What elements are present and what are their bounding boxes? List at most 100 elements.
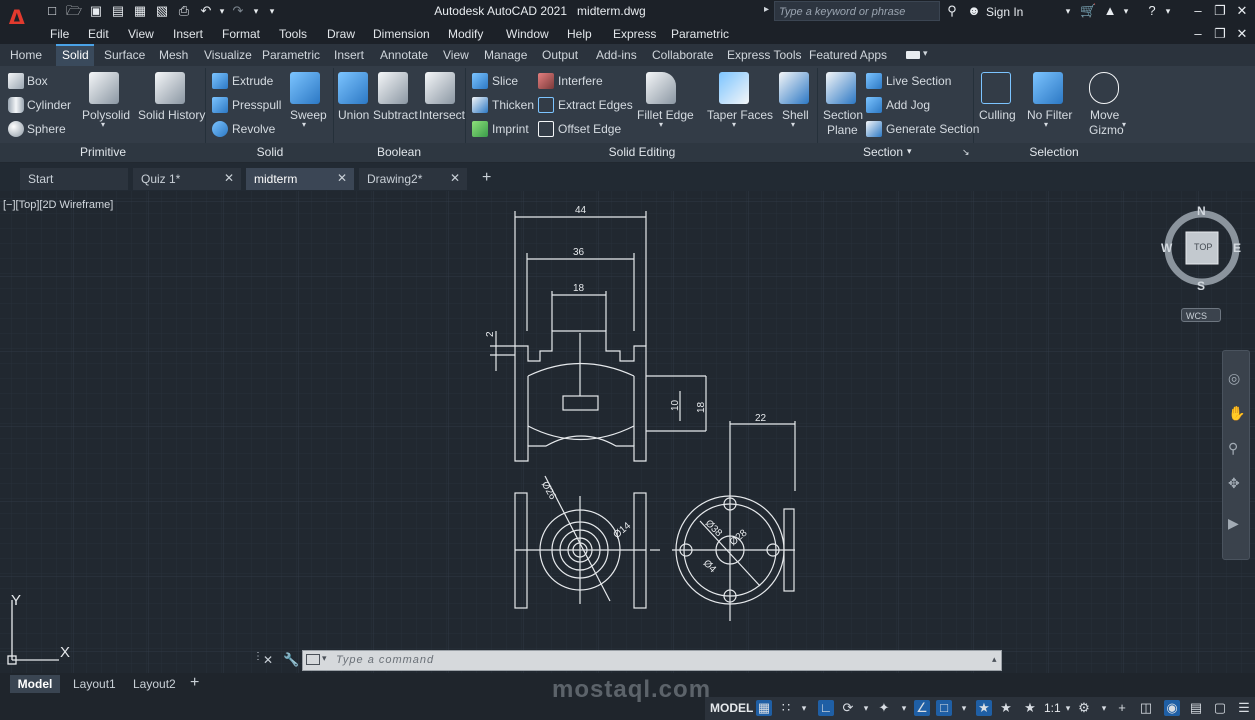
menu-window[interactable]: Window (506, 27, 549, 41)
taper-faces-dropdown-icon[interactable]: ▾ (732, 120, 736, 129)
polysolid-dropdown-icon[interactable]: ▾ (101, 120, 105, 129)
solid-history-button[interactable]: Solid History (138, 108, 205, 122)
fillet-edge-button[interactable]: Fillet Edge (637, 108, 694, 122)
save-as-icon[interactable]: ▤ (110, 3, 126, 19)
section-panel-title[interactable]: Section (858, 145, 908, 159)
union-button[interactable]: Union (338, 108, 369, 122)
layout-tab-model[interactable]: Model (10, 675, 60, 693)
command-history-dropdown-icon[interactable]: ▾ (322, 653, 327, 664)
subtract-button[interactable]: Subtract (373, 108, 418, 122)
workspace-dropdown-icon[interactable]: ▾ (1096, 700, 1112, 716)
autodesk-app-icon[interactable]: ▲ (1102, 3, 1118, 19)
layout-tab-layout1[interactable]: Layout1 (73, 677, 116, 691)
menu-insert[interactable]: Insert (173, 27, 203, 41)
redo-dropdown-icon[interactable]: ▾ (248, 3, 264, 19)
close-tab-icon[interactable]: ✕ (337, 171, 347, 185)
close-tab-icon[interactable]: ✕ (224, 171, 234, 185)
close-icon[interactable]: ✕ (1234, 3, 1250, 19)
ribbon-toggle-dropdown-icon[interactable]: ▾ (923, 48, 928, 59)
sweep-button[interactable]: Sweep (290, 108, 327, 122)
command-close-icon[interactable]: ✕ (263, 653, 273, 667)
ortho-icon[interactable]: ∟ (818, 700, 834, 716)
orbit-icon[interactable]: ✥ (1228, 475, 1240, 492)
publish-icon[interactable]: ▦ (132, 3, 148, 19)
no-filter-button[interactable]: No Filter (1027, 108, 1072, 122)
compass-north[interactable]: N (1197, 204, 1206, 218)
plot-icon[interactable]: ▧ (154, 3, 170, 19)
sphere-button[interactable]: Sphere (27, 122, 66, 136)
cad-drawing[interactable]: 44 36 18 2 10 18 22 Ø26 Ø14 Ø38 Ø28 Ø4 (0, 191, 1255, 673)
search-input[interactable]: Type a keyword or phrase (774, 1, 940, 21)
steering-wheel-icon[interactable]: ◎ (1228, 370, 1240, 387)
command-prompt-icon[interactable] (306, 654, 320, 665)
tab-add-ins[interactable]: Add-ins (596, 48, 637, 62)
selection-panel-title[interactable]: Selection (1026, 145, 1082, 159)
customize-toolbar-icon[interactable]: ▾ (264, 3, 280, 19)
tab-express-tools[interactable]: Express Tools (727, 48, 801, 62)
section-plane-button[interactable]: Section (823, 108, 863, 122)
doc-close-icon[interactable]: ✕ (1234, 26, 1250, 42)
menu-parametric[interactable]: Parametric (671, 27, 729, 41)
command-input[interactable]: Type a command (336, 654, 434, 666)
extract-edges-button[interactable]: Extract Edges (558, 98, 633, 112)
tab-home[interactable]: Home (10, 48, 42, 62)
showmotion-icon[interactable]: ▶ (1228, 515, 1239, 532)
sign-in-dropdown-icon[interactable]: ▾ (1060, 3, 1076, 19)
taper-faces-button[interactable]: Taper Faces (707, 108, 773, 122)
sign-in-link[interactable]: Sign In (986, 5, 1023, 19)
tab-manage[interactable]: Manage (484, 48, 527, 62)
compass-south[interactable]: S (1197, 279, 1205, 293)
shell-dropdown-icon[interactable]: ▾ (791, 120, 795, 129)
menu-tools[interactable]: Tools (279, 27, 307, 41)
tab-output[interactable]: Output (542, 48, 578, 62)
grid-icon[interactable]: ▦ (756, 700, 772, 716)
undo-icon[interactable]: ↶ (198, 3, 214, 19)
model-space-button[interactable]: MODEL (710, 701, 753, 715)
object-snap-tracking-icon[interactable]: ∠ (914, 700, 930, 716)
tab-view[interactable]: View (443, 48, 469, 62)
close-tab-icon[interactable]: ✕ (450, 171, 460, 185)
help-dropdown-icon[interactable]: ▾ (1160, 3, 1176, 19)
menu-view[interactable]: View (128, 27, 154, 41)
annotation-scale-dropdown-icon[interactable]: ▾ (1060, 700, 1076, 716)
imprint-button[interactable]: Imprint (492, 122, 529, 136)
polar-dropdown-icon[interactable]: ▾ (858, 700, 874, 716)
ribbon-toggle-icon[interactable] (906, 51, 920, 59)
restore-icon[interactable]: ❐ (1212, 3, 1228, 19)
annotation-monitor-icon[interactable]: + (1114, 700, 1130, 716)
customization-menu-icon[interactable]: ☰ (1236, 700, 1252, 716)
shell-button[interactable]: Shell (782, 108, 809, 122)
workspace-gear-icon[interactable]: ⚙ (1076, 700, 1092, 716)
add-jog-button[interactable]: Add Jog (886, 98, 930, 112)
pan-icon[interactable]: ✋ (1228, 405, 1245, 422)
menu-help[interactable]: Help (567, 27, 592, 41)
app-dropdown-icon[interactable]: ▾ (1118, 3, 1134, 19)
isolate-objects-icon[interactable]: ◉ (1164, 700, 1180, 716)
tab-parametric[interactable]: Parametric (262, 48, 320, 62)
doc-minimize-icon[interactable]: – (1190, 26, 1206, 42)
wcs-menu[interactable]: WCS (1181, 308, 1221, 322)
help-icon[interactable]: ? (1144, 3, 1160, 19)
polysolid-button[interactable]: Polysolid (82, 108, 130, 122)
menu-express[interactable]: Express (613, 27, 656, 41)
fillet-edge-dropdown-icon[interactable]: ▾ (659, 120, 663, 129)
selection-cycling-icon[interactable]: ★ (1022, 700, 1038, 716)
compass-east[interactable]: E (1233, 241, 1241, 255)
snap-icon[interactable]: ∷ (778, 700, 794, 716)
cart-icon[interactable]: 🛒 (1080, 3, 1096, 19)
compass-west[interactable]: W (1161, 241, 1172, 255)
search-expand-icon[interactable]: ▸ (764, 4, 769, 15)
solid-editing-panel-title[interactable]: Solid Editing (598, 145, 686, 159)
primitive-panel-title[interactable]: Primitive (70, 145, 136, 159)
no-filter-dropdown-icon[interactable]: ▾ (1044, 120, 1048, 129)
menu-format[interactable]: Format (222, 27, 260, 41)
tab-insert[interactable]: Insert (334, 48, 364, 62)
isodraft-dropdown-icon[interactable]: ▾ (896, 700, 912, 716)
doc-restore-icon[interactable]: ❐ (1212, 26, 1228, 42)
tab-mesh[interactable]: Mesh (159, 48, 188, 62)
new-tab-icon[interactable]: + (482, 169, 491, 187)
zoom-icon[interactable]: ⚲ (1228, 440, 1238, 457)
culling-button[interactable]: Culling (979, 108, 1016, 122)
undo-dropdown-icon[interactable]: ▾ (214, 3, 230, 19)
doc-tab-start[interactable]: Start (20, 168, 128, 190)
